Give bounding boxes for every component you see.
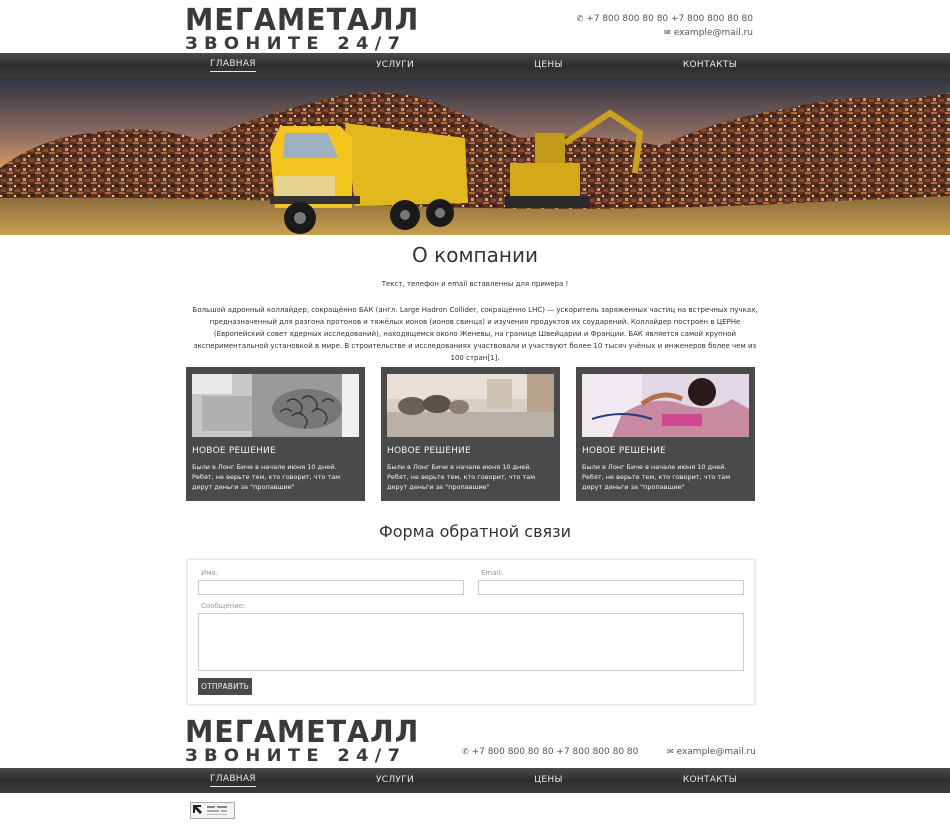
footer-phones-text: +7 800 800 80 80 +7 800 800 80 80: [471, 747, 639, 757]
bedroom-photo-icon: [387, 374, 554, 437]
card-title: НОВОЕ РЕШЕНИЕ: [387, 446, 471, 456]
name-input[interactable]: [198, 580, 464, 595]
header-email[interactable]: example@mail.ru: [674, 28, 753, 38]
message-textarea[interactable]: [198, 613, 744, 671]
mail-icon: ✉: [664, 28, 671, 37]
counter-badge[interactable]: [190, 802, 235, 819]
name-label: Имя:: [201, 569, 219, 577]
phone-icon: ✆: [576, 14, 584, 23]
woman-photo-icon: [582, 374, 749, 437]
feedback-form-title: Форма обратной связи: [378, 522, 572, 541]
card-text: Были в Лонг Биче в начале июня 10 дней. …: [192, 463, 341, 491]
email-label: Email:: [481, 569, 503, 577]
feedback-form: Имя: Email: Сообщение: ОТПРАВИТЬ: [187, 559, 755, 705]
email-input[interactable]: [478, 580, 744, 595]
footer-nav-home[interactable]: ГЛАВНАЯ: [210, 774, 256, 787]
submit-button[interactable]: ОТПРАВИТЬ: [198, 678, 252, 695]
footer-nav-contacts[interactable]: КОНТАКТЫ: [683, 775, 737, 787]
message-label: Сообщение:: [201, 602, 246, 610]
card-title: НОВОЕ РЕШЕНИЕ: [582, 446, 666, 456]
logo-tagline: ЗВОНИТЕ 24/7: [185, 34, 407, 54]
header-phones: +7 800 800 80 80 +7 800 800 80 80: [586, 14, 753, 24]
footer-phones: ✆ +7 800 800 80 80 +7 800 800 80 80: [462, 747, 638, 757]
footer-nav-services[interactable]: УСЛУГИ: [376, 775, 414, 787]
nav-item-prices[interactable]: ЦЕНЫ: [534, 60, 563, 72]
footer-logo-title: МЕГАМЕТАЛЛ: [185, 715, 420, 750]
card-text: Были в Лонг Биче в начале июня 10 дней. …: [582, 463, 731, 491]
header-contacts: ✆ +7 800 800 80 80 +7 800 800 80 80 ✉ exam…: [576, 12, 753, 40]
card-title: НОВОЕ РЕШЕНИЕ: [192, 446, 276, 456]
card-image-paperclips[interactable]: [192, 374, 359, 437]
footer-nav: ГЛАВНАЯ УСЛУГИ ЦЕНЫ КОНТАКТЫ: [0, 768, 950, 793]
nav-item-home[interactable]: ГЛАВНАЯ: [210, 59, 256, 72]
about-text: Большой адронный коллайдер, сокращённо Б…: [192, 306, 758, 362]
paperclips-photo-icon: [192, 374, 359, 437]
site-logo[interactable]: МЕГАМЕТАЛЛ ЗВОНИТЕ 24/7: [185, 3, 420, 54]
footer-nav-prices[interactable]: ЦЕНЫ: [534, 775, 563, 787]
card-text: Были в Лонг Биче в начале июня 10 дней. …: [387, 463, 536, 491]
news-card-2[interactable]: НОВОЕ РЕШЕНИЕ Были в Лонг Биче в начале …: [381, 367, 560, 501]
card-image-woman[interactable]: [582, 374, 749, 437]
about-subtitle: Текст, телефон и email вставленны для пр…: [381, 280, 569, 288]
arrow-counter-icon: [193, 805, 227, 815]
scrapyard-truck-illustration: [0, 78, 950, 235]
about-title: О компании: [412, 243, 538, 267]
nav-item-services[interactable]: УСЛУГИ: [376, 60, 414, 72]
news-card-3[interactable]: НОВОЕ РЕШЕНИЕ Были в Лонг Биче в начале …: [576, 367, 755, 501]
card-image-bedroom[interactable]: [387, 374, 554, 437]
footer-email[interactable]: ✉ example@mail.ru: [667, 747, 756, 757]
phone-icon: ✆: [462, 747, 469, 756]
footer-logo[interactable]: МЕГАМЕТАЛЛ ЗВОНИТЕ 24/7: [185, 715, 420, 766]
footer-logo-tagline: ЗВОНИТЕ 24/7: [185, 746, 407, 766]
logo-title: МЕГАМЕТАЛЛ: [185, 3, 420, 38]
footer-email-text[interactable]: example@mail.ru: [677, 747, 756, 757]
mail-icon: ✉: [667, 747, 674, 756]
hero-banner: [0, 78, 950, 235]
news-card-1[interactable]: НОВОЕ РЕШЕНИЕ Были в Лонг Биче в начале …: [186, 367, 365, 501]
nav-item-contacts[interactable]: КОНТАКТЫ: [683, 60, 737, 72]
main-nav: ГЛАВНАЯ УСЛУГИ ЦЕНЫ КОНТАКТЫ: [0, 53, 950, 78]
